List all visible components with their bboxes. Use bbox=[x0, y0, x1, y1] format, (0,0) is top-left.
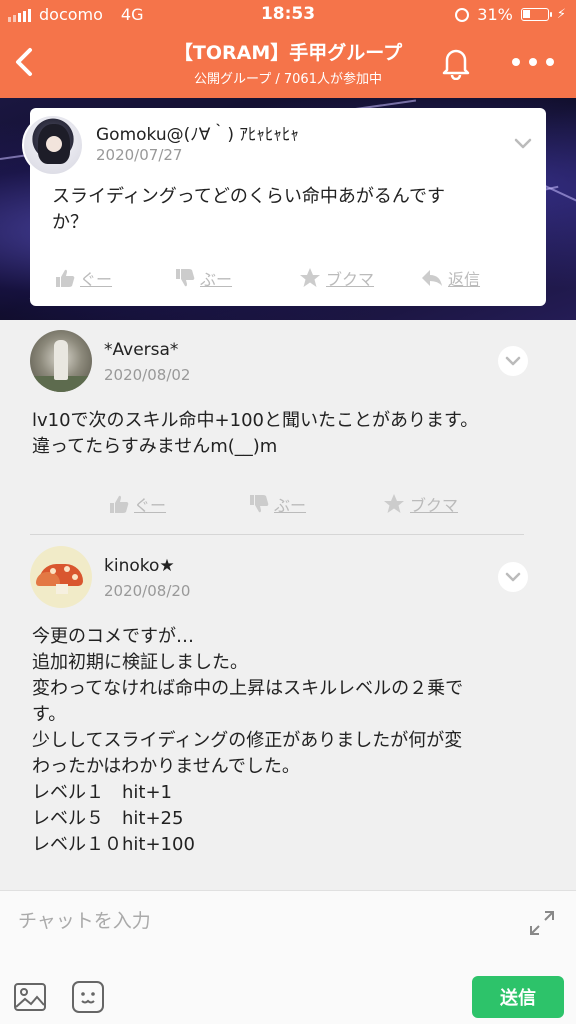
group-title: 【TORAM】手甲グループ bbox=[173, 42, 403, 64]
boo-button[interactable]: ぶー bbox=[248, 492, 382, 516]
reply-label: 返信 bbox=[448, 270, 481, 289]
expand-button[interactable] bbox=[528, 909, 556, 937]
good-label: ぐー bbox=[134, 496, 167, 515]
thumbs-up-icon bbox=[56, 269, 75, 287]
chat-composer: 送信 bbox=[0, 890, 576, 1024]
group-subtitle: 公開グループ / 7061人が参加中 bbox=[194, 72, 382, 87]
group-title-block[interactable]: 【TORAM】手甲グループ 公開グループ / 7061人が参加中 bbox=[120, 38, 456, 87]
notification-button[interactable] bbox=[438, 44, 474, 81]
image-button[interactable] bbox=[12, 979, 48, 1015]
battery-icon bbox=[520, 8, 552, 21]
thumbs-down-icon bbox=[250, 495, 269, 513]
boo-label: ぶー bbox=[274, 496, 307, 515]
more-dot bbox=[512, 58, 520, 66]
comment-body-line: わったかはわかりませんでした。 bbox=[32, 756, 300, 777]
comment-body: 今更のコメですが… 追加初期に検証しました。 変わってなければ命中の上昇はスキル… bbox=[32, 624, 552, 858]
comment-menu-button[interactable] bbox=[498, 346, 528, 376]
stamp-button[interactable] bbox=[70, 979, 106, 1015]
status-right: 31% ⚡ bbox=[455, 5, 566, 24]
avatar[interactable] bbox=[30, 330, 92, 392]
chevron-left-icon bbox=[16, 48, 32, 76]
comment-body-line: 変わってなければ命中の上昇はスキルレベルの２乗で bbox=[32, 678, 464, 699]
bookmark-button[interactable]: ブクマ bbox=[298, 266, 420, 290]
thumbs-down-icon bbox=[176, 269, 195, 287]
expand-icon bbox=[530, 911, 554, 935]
status-bar: docomo 4G 18:53 31% ⚡ bbox=[0, 0, 576, 30]
post-date: 2020/07/27 bbox=[96, 146, 183, 164]
battery-percent: 31% bbox=[477, 5, 513, 24]
more-button[interactable] bbox=[512, 52, 554, 72]
comment-author[interactable]: *Aversa* bbox=[104, 340, 178, 360]
comment-body-line: 追加初期に検証しました。 bbox=[32, 652, 248, 673]
post-actions: ぐー ぶー ブクマ 返信 bbox=[54, 266, 480, 290]
comment-date: 2020/08/02 bbox=[104, 366, 191, 384]
avatar[interactable] bbox=[22, 114, 84, 176]
boo-label: ぶー bbox=[200, 270, 233, 289]
comment-divider bbox=[30, 534, 524, 535]
star-icon bbox=[300, 268, 320, 287]
comment-body: lv10で次のスキル命中+100と聞いたことがあります。 違ってたらすみませんm… bbox=[32, 408, 552, 460]
back-button[interactable] bbox=[6, 42, 46, 82]
comment-body-line: lv10で次のスキル命中+100と聞いたことがあります。 bbox=[32, 410, 479, 431]
stamp-icon bbox=[72, 981, 104, 1013]
bookmark-label: ブクマ bbox=[326, 270, 375, 289]
reply-button[interactable]: 返信 bbox=[420, 266, 480, 290]
comment-body-line: レベル１ hit+1 bbox=[32, 782, 173, 803]
avatar[interactable] bbox=[30, 546, 92, 608]
chevron-down-icon bbox=[505, 572, 521, 582]
star-icon bbox=[384, 494, 404, 513]
bookmark-label: ブクマ bbox=[410, 496, 459, 515]
comment-actions: ぐー ぶー ブクマ bbox=[108, 492, 458, 516]
post-body: スライディングってどのくらい命中あがるんです か？ bbox=[52, 184, 532, 236]
comment-body-line: 少ししてスライディングの修正がありましたが何が変 bbox=[32, 730, 463, 751]
bell-icon bbox=[442, 49, 470, 81]
comment-body-line: レベル５ hit+25 bbox=[32, 808, 184, 829]
charging-icon: ⚡ bbox=[556, 7, 566, 22]
good-button[interactable]: ぐー bbox=[54, 266, 174, 290]
more-dot bbox=[529, 58, 537, 66]
post-body-line: スライディングってどのくらい命中あがるんです bbox=[52, 186, 445, 207]
boo-button[interactable]: ぶー bbox=[174, 266, 298, 290]
reply-icon bbox=[422, 270, 442, 286]
good-label: ぐー bbox=[80, 270, 113, 289]
comment-author[interactable]: kinoko★ bbox=[104, 556, 175, 576]
comment-body-line: 違ってたらすみませんm(__)m bbox=[32, 436, 278, 457]
image-icon bbox=[14, 983, 46, 1011]
send-button[interactable]: 送信 bbox=[472, 976, 564, 1018]
comment-body-line: 今更のコメですが… bbox=[32, 626, 194, 647]
comment-date: 2020/08/20 bbox=[104, 582, 191, 600]
chat-input[interactable] bbox=[18, 901, 498, 941]
comment-body-line: す。 bbox=[32, 704, 67, 725]
app-header: docomo 4G 18:53 31% ⚡ 【TORAM】手甲グループ 公開グル… bbox=[0, 0, 576, 98]
bookmark-button[interactable]: ブクマ bbox=[382, 492, 458, 516]
thumbs-up-icon bbox=[110, 495, 129, 513]
chevron-down-icon bbox=[505, 356, 521, 366]
post-body-line: か？ bbox=[52, 212, 88, 233]
post-menu-button[interactable] bbox=[508, 128, 538, 158]
comment-menu-button[interactable] bbox=[498, 562, 528, 592]
good-button[interactable]: ぐー bbox=[108, 492, 248, 516]
rotation-lock-icon bbox=[455, 7, 470, 22]
comment-body-line: レベル１０hit+100 bbox=[32, 834, 195, 855]
chevron-down-icon bbox=[514, 138, 532, 149]
more-dot bbox=[546, 58, 554, 66]
post-author[interactable]: Gomoku@(ﾉ∀｀) ｱﾋｬﾋｬﾋｬ bbox=[96, 120, 299, 145]
